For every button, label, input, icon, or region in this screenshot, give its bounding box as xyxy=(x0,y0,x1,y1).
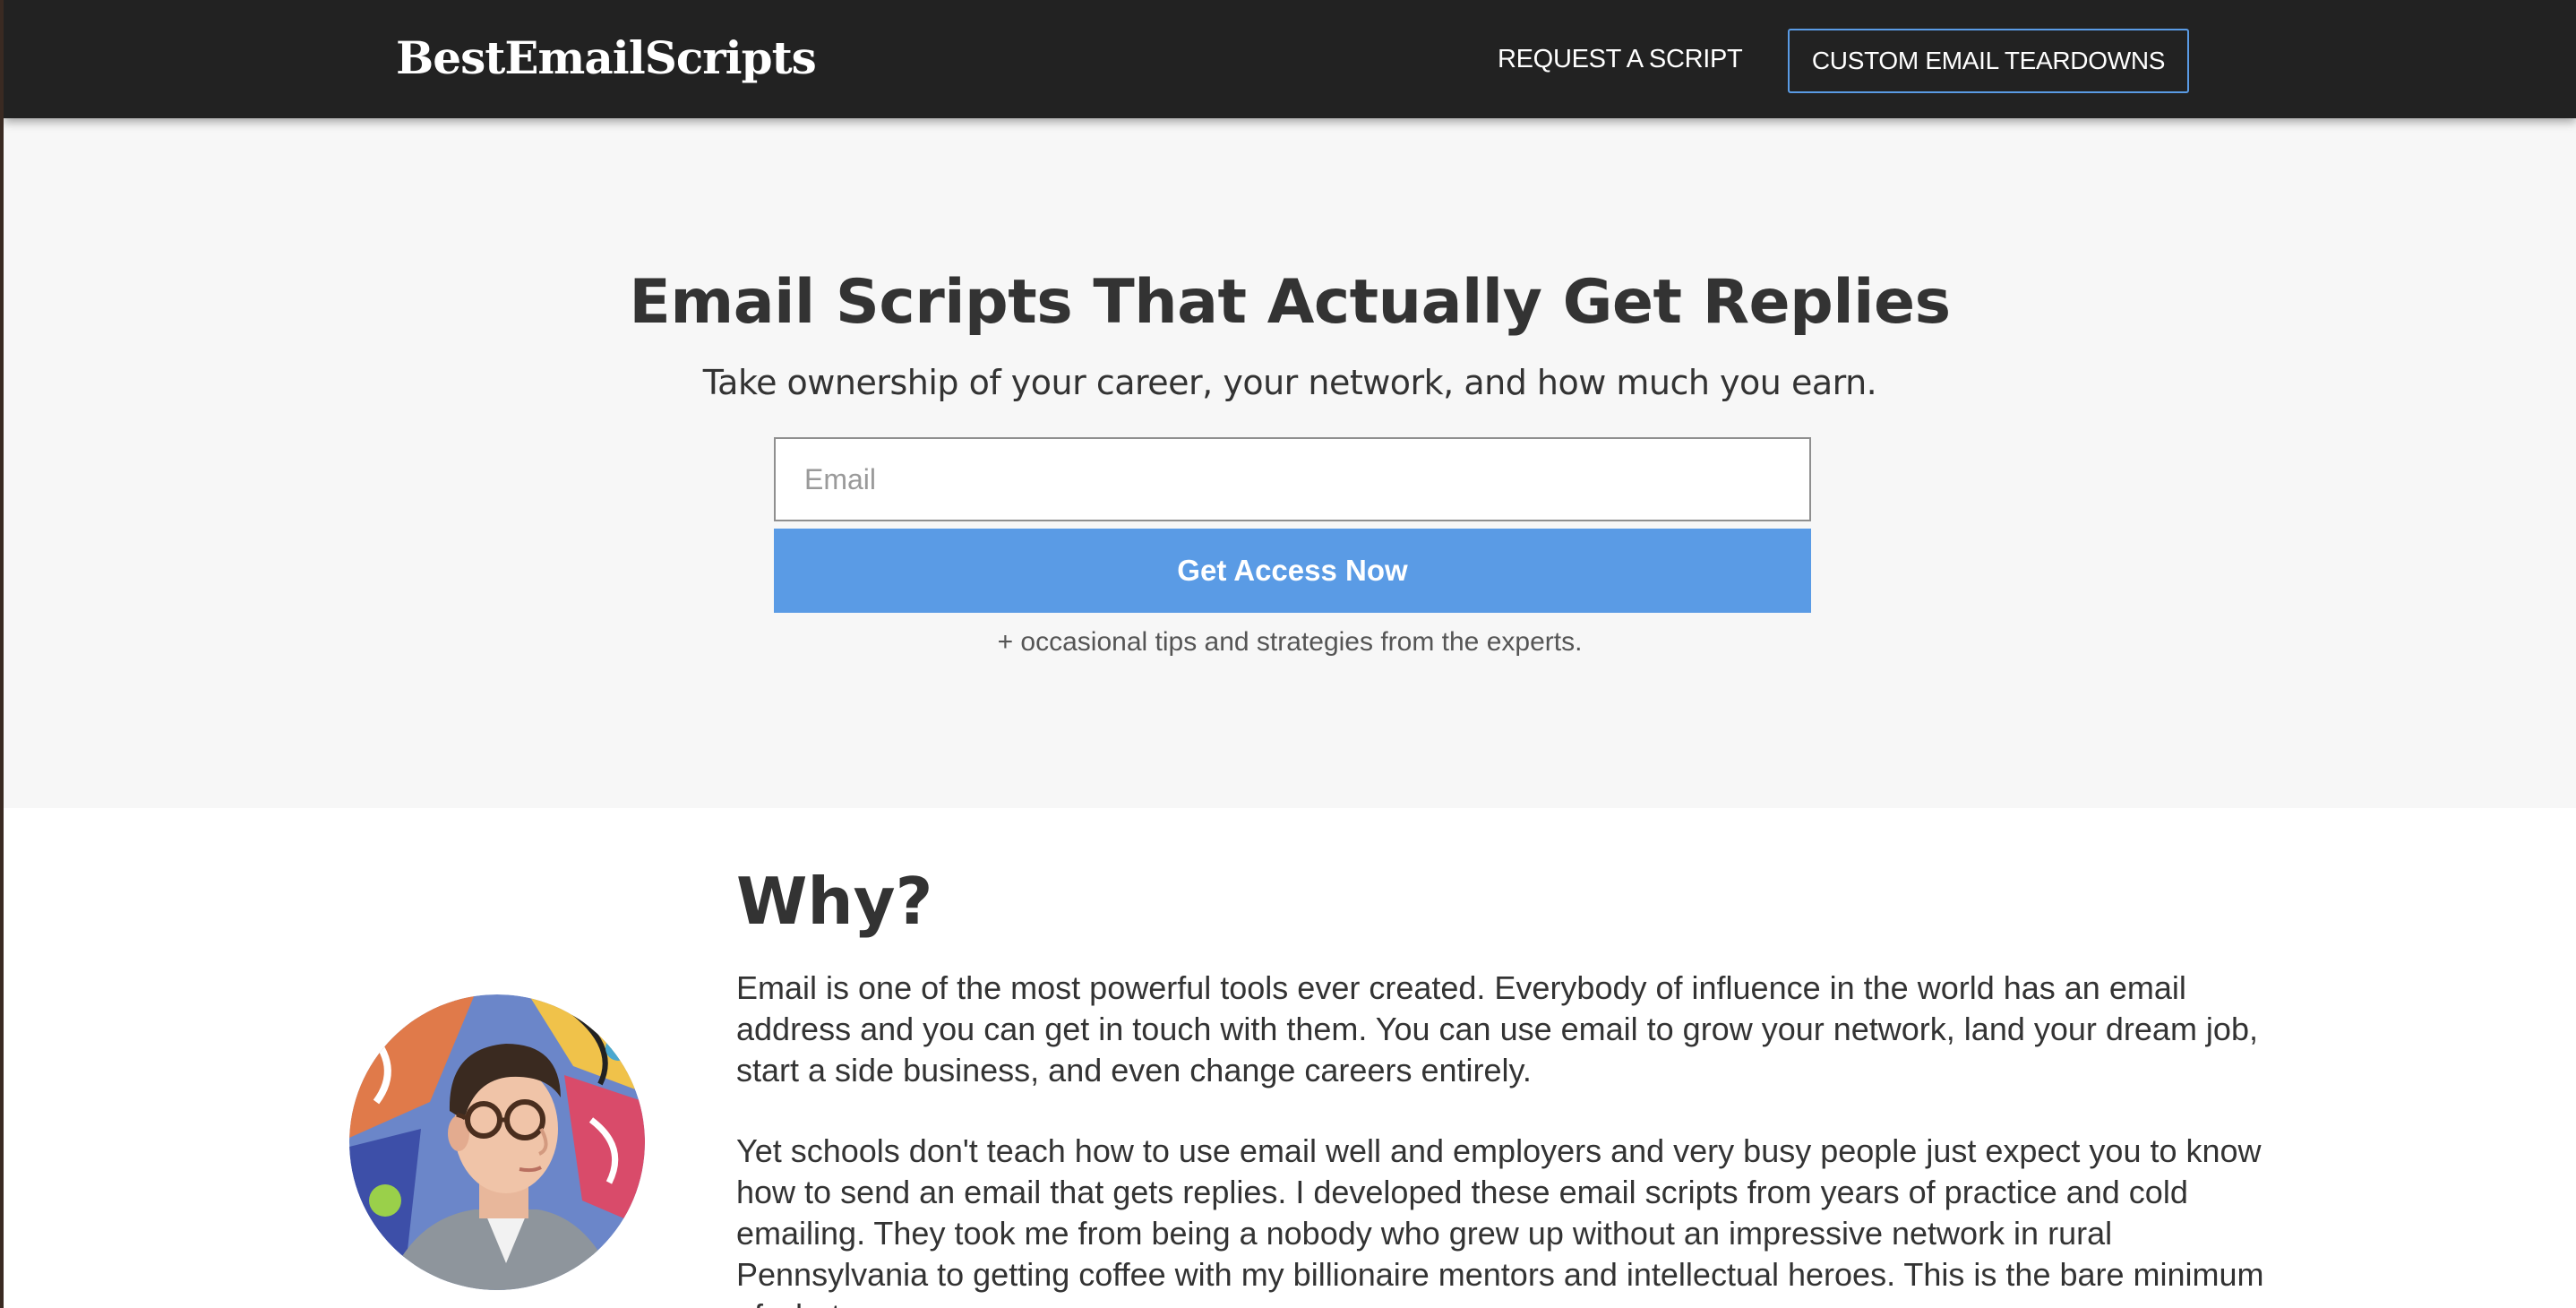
why-paragraph: Yet schools don't teach how to use email… xyxy=(736,1132,2264,1308)
why-paragraph: Email is one of the most powerful tools … xyxy=(736,969,2258,1089)
custom-email-teardowns-button[interactable]: CUSTOM EMAIL TEARDOWNS xyxy=(1788,29,2189,93)
hero-note: + occasional tips and strategies from th… xyxy=(997,627,1583,657)
hero-section: Email Scripts That Actually Get Replies … xyxy=(4,118,2576,808)
hero-subtitle: Take ownership of your career, your netw… xyxy=(702,363,1877,402)
why-title: Why? xyxy=(736,864,933,939)
navbar: BestEmailScripts REQUEST A SCRIPT CUSTOM… xyxy=(4,0,2576,118)
get-access-button[interactable]: Get Access Now xyxy=(774,529,1811,613)
nav-link-request-script[interactable]: REQUEST A SCRIPT xyxy=(1498,41,1743,77)
page: BestEmailScripts REQUEST A SCRIPT CUSTOM… xyxy=(4,0,2576,1308)
author-avatar xyxy=(349,994,645,1290)
custom-email-teardowns-label: CUSTOM EMAIL TEARDOWNS xyxy=(1811,47,2166,74)
author-portrait-image xyxy=(349,994,645,1290)
email-input[interactable] xyxy=(774,437,1811,521)
hero-title: Email Scripts That Actually Get Replies xyxy=(629,267,1951,338)
brand-logo[interactable]: BestEmailScripts xyxy=(396,27,817,90)
